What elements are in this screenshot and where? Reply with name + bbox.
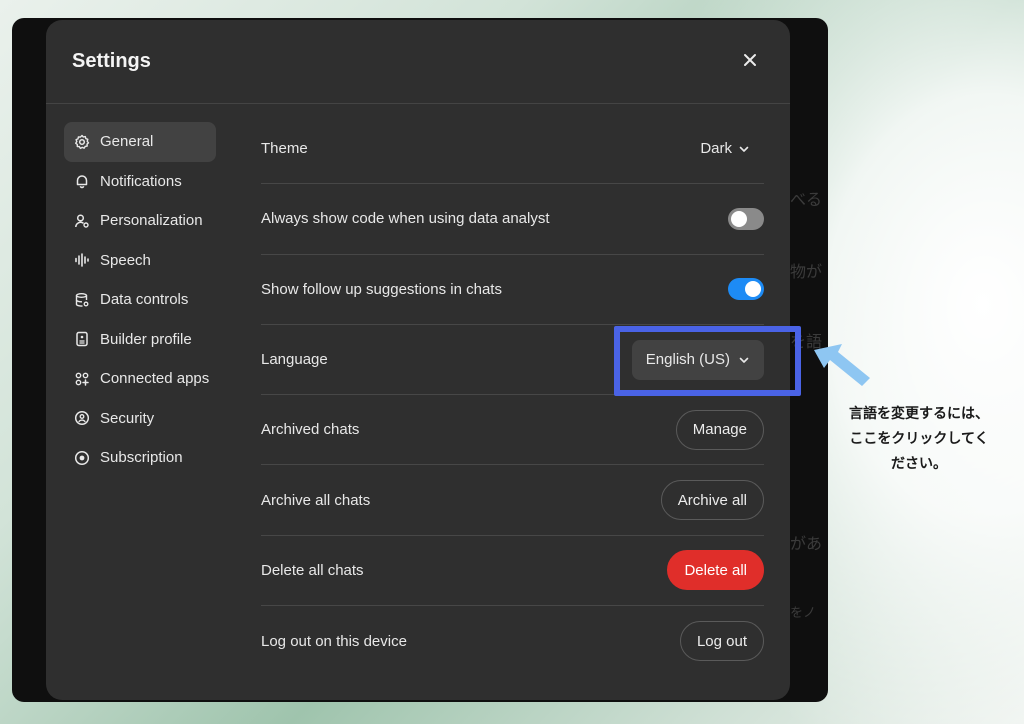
sidebar-item-builder-profile[interactable]: Builder profile xyxy=(64,320,216,360)
close-icon xyxy=(744,54,756,66)
code-toggle-switch[interactable] xyxy=(728,207,764,230)
gear-icon xyxy=(74,134,90,150)
bell-icon xyxy=(74,173,90,189)
archive-all-row: Archive all chats Archive all xyxy=(261,465,764,536)
sidebar-item-subscription[interactable]: Subscription xyxy=(64,438,216,478)
close-button[interactable] xyxy=(738,48,762,72)
annotation-line: 言語を変更するには、 xyxy=(849,406,989,422)
background-text: をノ xyxy=(790,606,817,621)
theme-value: Dark xyxy=(700,140,732,158)
delete-all-label: Delete all chats xyxy=(261,561,364,579)
theme-label: Theme xyxy=(261,140,308,158)
archive-all-button[interactable]: Archive all xyxy=(660,480,764,521)
archive-all-label: Archive all chats xyxy=(261,491,371,509)
sidebar-item-personalization[interactable]: Personalization xyxy=(64,201,216,241)
database-icon xyxy=(74,292,90,308)
sidebar-item-label: Builder profile xyxy=(100,330,192,348)
annotation-line: ださい。 xyxy=(891,456,947,472)
archived-chats-label: Archived chats xyxy=(261,421,360,439)
modal-header: Settings xyxy=(46,20,790,104)
sidebar-item-security[interactable]: Security xyxy=(64,399,216,439)
toggle-knob xyxy=(731,210,747,227)
followup-toggle-switch[interactable] xyxy=(728,278,764,301)
sidebar-item-speech[interactable]: Speech xyxy=(64,241,216,281)
sidebar-item-data-controls[interactable]: Data controls xyxy=(64,280,216,320)
shield-icon xyxy=(74,410,90,426)
logout-row: Log out on this device Log out xyxy=(261,606,764,676)
person-icon xyxy=(74,213,90,229)
sidebar-item-label: Data controls xyxy=(100,291,189,309)
delete-all-button[interactable]: Delete all xyxy=(667,550,764,591)
language-label: Language xyxy=(261,351,328,369)
sidebar-item-label: General xyxy=(100,133,154,151)
sidebar-item-label: Personalization xyxy=(100,212,203,230)
followup-toggle-row: Show follow up suggestions in chats xyxy=(261,255,764,325)
modal-title: Settings xyxy=(72,50,151,72)
sidebar-item-label: Notifications xyxy=(100,172,182,190)
background-text: 物が xyxy=(790,262,823,281)
code-toggle-label: Always show code when using data analyst xyxy=(261,210,550,228)
apps-icon xyxy=(74,371,90,387)
sidebar-item-label: Speech xyxy=(100,251,151,269)
chevron-down-icon xyxy=(739,146,749,152)
language-highlight-box xyxy=(614,326,801,396)
sidebar-item-label: Security xyxy=(100,409,155,427)
background-text: べる xyxy=(790,190,823,209)
sidebar-item-label: Subscription xyxy=(100,449,183,467)
background-text: があ xyxy=(790,534,823,553)
code-toggle-row: Always show code when using data analyst xyxy=(261,184,764,255)
delete-all-row: Delete all chats Delete all xyxy=(261,536,764,607)
annotation-note: 言語を変更するには、 ここをクリックしてく ださい。 xyxy=(826,402,1012,477)
id-card-icon xyxy=(74,331,90,347)
pointer-arrow-icon xyxy=(814,344,870,386)
theme-dropdown[interactable]: Dark xyxy=(700,140,750,157)
logout-button[interactable]: Log out xyxy=(679,621,764,662)
logout-label: Log out on this device xyxy=(261,632,407,650)
sidebar-item-connected-apps[interactable]: Connected apps xyxy=(64,359,216,399)
sidebar-item-label: Connected apps xyxy=(100,370,210,388)
sidebar-item-general[interactable]: General xyxy=(64,122,216,162)
archived-chats-row: Archived chats Manage xyxy=(261,395,764,466)
theme-row: Theme Dark xyxy=(261,114,764,185)
settings-sidebar: General Notifications Personalization Sp… xyxy=(64,122,216,478)
waveform-icon xyxy=(74,252,90,268)
followup-toggle-label: Show follow up suggestions in chats xyxy=(261,280,502,298)
manage-button[interactable]: Manage xyxy=(675,409,764,450)
subscription-icon xyxy=(74,450,90,466)
annotation-line: ここをクリックしてく xyxy=(849,431,989,447)
toggle-knob xyxy=(745,281,761,298)
sidebar-item-notifications[interactable]: Notifications xyxy=(64,162,216,202)
